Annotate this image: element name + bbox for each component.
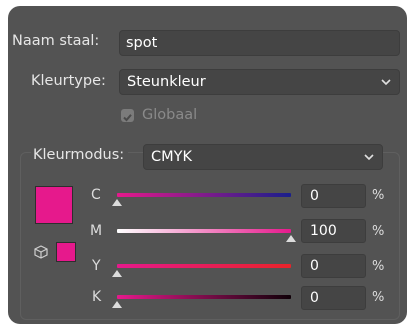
slider-track-y[interactable] [117, 264, 291, 268]
slider-thumb-c[interactable] [112, 199, 122, 206]
channel-label-c: C [91, 187, 101, 203]
value-field-m[interactable]: 100 [301, 219, 366, 243]
value-field-c[interactable]: 0 [301, 184, 366, 208]
swatch-name-input[interactable]: spot [119, 30, 400, 56]
new-swatch-panel: Naam staal: spot Kleurtype: Steunkleur G… [8, 6, 407, 324]
channel-label-y: Y [92, 258, 101, 274]
global-label: Globaal [142, 107, 198, 123]
channel-label-m: M [90, 223, 103, 239]
percent-label-c: % [372, 188, 385, 203]
slider-thumb-k[interactable] [112, 301, 122, 308]
chevron-down-icon [381, 79, 391, 86]
slider-thumb-y[interactable] [112, 270, 122, 277]
swatch-name-label: Naam staal: [12, 33, 100, 49]
value-field-y[interactable]: 0 [301, 254, 366, 278]
cube-icon[interactable] [34, 245, 48, 259]
gamut-swatch[interactable] [56, 242, 76, 262]
slider-track-m[interactable] [117, 229, 291, 233]
color-preview-swatch [35, 186, 73, 224]
color-type-value: Steunkleur [127, 74, 206, 90]
color-mode-value: CMYK [151, 149, 193, 165]
value-field-k[interactable]: 0 [301, 286, 366, 310]
slider-track-c[interactable] [117, 193, 291, 197]
color-mode-label: Kleurmodus: [31, 147, 129, 163]
percent-label-m: % [372, 224, 385, 239]
chevron-down-icon [364, 154, 374, 161]
color-mode-select[interactable]: CMYK [143, 144, 383, 170]
percent-label-k: % [372, 290, 385, 305]
slider-track-k[interactable] [117, 295, 291, 299]
global-checkbox[interactable] [121, 109, 134, 122]
checkmark-icon [123, 114, 132, 122]
slider-thumb-m[interactable] [286, 235, 296, 242]
percent-label-y: % [372, 259, 385, 274]
color-type-select[interactable]: Steunkleur [119, 69, 400, 95]
color-type-label: Kleurtype: [31, 73, 106, 89]
channel-label-k: K [92, 289, 102, 305]
